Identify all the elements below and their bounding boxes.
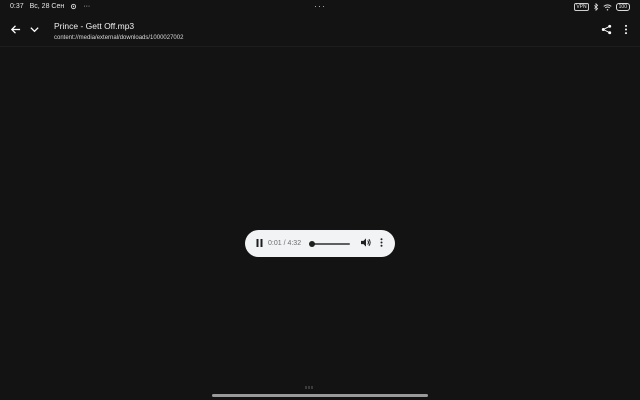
title-block: Prince - Gett Off.mp3 content://media/ex… xyxy=(54,21,183,43)
back-button[interactable] xyxy=(5,21,25,41)
arrow-back-icon xyxy=(10,22,21,40)
seek-slider[interactable] xyxy=(309,240,350,247)
status-date: Вс, 28 Сен xyxy=(29,3,65,10)
more-options-button[interactable] xyxy=(616,21,636,41)
home-indicator-bar[interactable] xyxy=(212,394,428,397)
status-left: 0:37 Вс, 28 Сен ··· xyxy=(10,3,90,10)
toolbar-divider xyxy=(0,46,640,47)
pause-button[interactable] xyxy=(252,236,266,250)
status-right: VPN 100 xyxy=(574,3,630,11)
wifi-icon xyxy=(603,3,612,11)
audio-player: 0:01 / 4:32 xyxy=(245,230,395,257)
more-vert-icon xyxy=(624,22,628,40)
status-more-dots: ··· xyxy=(83,3,91,10)
more-vert-icon xyxy=(380,234,383,252)
file-title: Prince - Gett Off.mp3 xyxy=(54,21,135,31)
notification-icon xyxy=(70,3,77,10)
status-bar: 0:37 Вс, 28 Сен ··· ··· VPN 100 xyxy=(0,0,640,16)
pause-icon xyxy=(256,234,263,252)
status-center-dots: ··· xyxy=(314,1,326,11)
volume-icon xyxy=(361,234,371,252)
battery-indicator: 100 xyxy=(615,3,630,11)
time-readout: 0:01 / 4:32 xyxy=(268,240,302,247)
seek-thumb[interactable] xyxy=(309,240,316,247)
toolbar: Prince - Gett Off.mp3 content://media/ex… xyxy=(0,16,640,46)
screen: 0:37 Вс, 28 Сен ··· ··· VPN 100 Prince -… xyxy=(0,0,640,400)
collapse-button[interactable] xyxy=(24,21,44,41)
volume-button[interactable] xyxy=(359,236,373,250)
vpn-badge: VPN xyxy=(574,3,589,11)
status-time: 0:37 xyxy=(10,3,24,10)
share-icon xyxy=(601,22,612,40)
player-more-button[interactable] xyxy=(376,236,386,250)
file-path: content://media/external/downloads/10000… xyxy=(54,35,184,41)
bluetooth-icon xyxy=(593,3,599,11)
drag-handle[interactable] xyxy=(305,386,315,389)
share-button[interactable] xyxy=(596,21,616,41)
chevron-down-icon xyxy=(29,22,40,40)
